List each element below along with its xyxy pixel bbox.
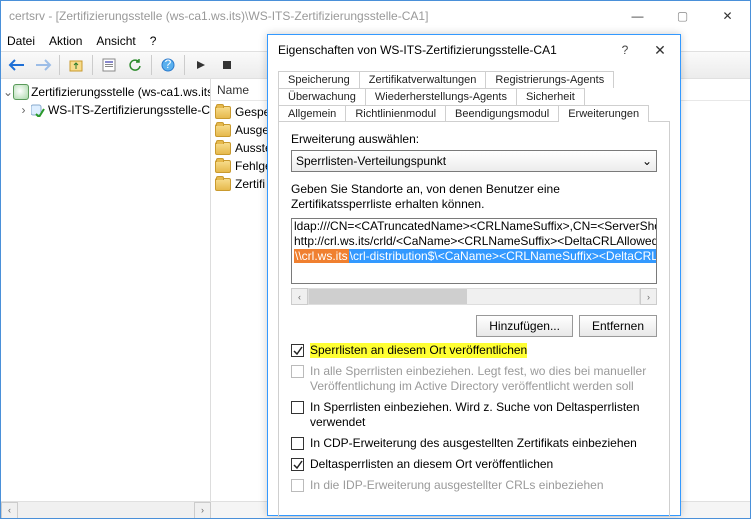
column-name: Name (217, 83, 249, 97)
properties-button[interactable] (97, 54, 121, 76)
tab-storage[interactable]: Speicherung (278, 71, 360, 88)
menu-file[interactable]: Datei (7, 34, 35, 48)
folder-icon (215, 142, 231, 155)
checkbox-label: In die IDP-Erweiterung ausgestellter CRL… (310, 478, 604, 493)
folder-icon (215, 160, 231, 173)
folder-icon (215, 106, 231, 119)
main-window: certsrv - [Zertifizierungsstelle (ws-ca1… (0, 0, 751, 519)
listbox-hscroll[interactable]: ‹› (291, 288, 657, 305)
stop-button[interactable] (215, 54, 239, 76)
tree-ca-label: WS-ITS-Zertifizierungsstelle-C (48, 103, 210, 117)
tab-security[interactable]: Sicherheit (517, 88, 585, 105)
listbox-entry[interactable]: ldap:///CN=<CATruncatedName><CRLNameSuff… (292, 219, 656, 234)
extension-label: Erweiterung auswählen: (291, 132, 657, 146)
extensions-panel: Erweiterung auswählen: Sperrlisten-Verte… (278, 121, 670, 517)
checkbox-label: Sperrlisten an diesem Ort veröffentliche… (310, 343, 527, 358)
listbox-entry-selected[interactable]: \\crl.ws.its\crl-distribution$\<CaName><… (292, 249, 656, 264)
chevron-down-icon: ⌄ (642, 154, 652, 168)
close-button[interactable]: ✕ (705, 1, 750, 31)
checkbox-publish-delta[interactable]: Deltasperrlisten an diesem Ort veröffent… (291, 457, 657, 472)
folder-icon (215, 124, 231, 137)
tree-scrollbar[interactable]: ‹› (1, 502, 211, 518)
menu-action[interactable]: Aktion (49, 34, 82, 48)
add-button[interactable]: Hinzufügen... (476, 315, 573, 337)
checkbox-label: Deltasperrlisten an diesem Ort veröffent… (310, 457, 553, 472)
remove-button[interactable]: Entfernen (579, 315, 657, 337)
locations-listbox[interactable]: ldap:///CN=<CATruncatedName><CRLNameSuff… (291, 218, 657, 284)
ca-ok-icon (30, 102, 46, 118)
tree-root[interactable]: ⌄ Zertifizierungsstelle (ws-ca1.ws.its (1, 83, 210, 101)
dialog-title: Eigenschaften von WS-ITS-Zertifizierungs… (278, 43, 610, 57)
tab-cert-managers[interactable]: Zertifikatverwaltungen (360, 71, 487, 88)
extension-select[interactable]: Sperrlisten-Verteilungspunkt ⌄ (291, 150, 657, 172)
window-title: certsrv - [Zertifizierungsstelle (ws-ca1… (9, 9, 615, 23)
checkbox-label: In CDP-Erweiterung des ausgestellten Zer… (310, 436, 637, 451)
forward-button[interactable] (31, 54, 55, 76)
tree-pane: ⌄ Zertifizierungsstelle (ws-ca1.ws.its ›… (1, 79, 211, 501)
checkbox-include-cdp[interactable]: In CDP-Erweiterung des ausgestellten Zer… (291, 436, 657, 451)
dialog-help-button[interactable]: ? (610, 43, 640, 57)
svg-text:?: ? (165, 58, 172, 71)
checkbox-label: In alle Sperrlisten einbeziehen. Legt fe… (310, 364, 657, 394)
tab-policy-module[interactable]: Richtlinienmodul (346, 105, 446, 122)
dialog-close-button[interactable]: ✕ (640, 42, 680, 59)
description-text: Geben Sie Standorte an, von denen Benutz… (291, 182, 657, 212)
checkbox-include-idp: In die IDP-Erweiterung ausgestellter CRL… (291, 478, 657, 493)
titlebar: certsrv - [Zertifizierungsstelle (ws-ca1… (1, 1, 750, 31)
menu-help[interactable]: ? (150, 34, 157, 48)
checkbox-icon (291, 344, 304, 357)
checkbox-include-all: In alle Sperrlisten einbeziehen. Legt fe… (291, 364, 657, 394)
tab-exit-module[interactable]: Beendigungsmodul (446, 105, 559, 122)
minimize-button[interactable]: — (615, 1, 660, 31)
tab-auditing[interactable]: Überwachung (278, 88, 366, 105)
up-button[interactable] (64, 54, 88, 76)
back-button[interactable] (5, 54, 29, 76)
maximize-button[interactable]: ▢ (660, 1, 705, 31)
checkbox-icon (291, 437, 304, 450)
checkbox-label: In Sperrlisten einbeziehen. Wird z. Such… (310, 400, 657, 430)
extension-select-value: Sperrlisten-Verteilungspunkt (296, 154, 446, 168)
play-button[interactable] (189, 54, 213, 76)
refresh-button[interactable] (123, 54, 147, 76)
checkbox-icon (291, 479, 304, 492)
checkbox-publish-crl[interactable]: Sperrlisten an diesem Ort veröffentliche… (291, 343, 657, 358)
folder-icon (215, 178, 231, 191)
tab-extensions[interactable]: Erweiterungen (559, 105, 649, 122)
tree-root-label: Zertifizierungsstelle (ws-ca1.ws.its (31, 85, 211, 99)
checkbox-icon (291, 458, 304, 471)
menu-view[interactable]: Ansicht (96, 34, 135, 48)
checkbox-include-crl[interactable]: In Sperrlisten einbeziehen. Wird z. Such… (291, 400, 657, 430)
tab-recovery-agents[interactable]: Wiederherstellungs-Agents (366, 88, 517, 105)
help-button[interactable]: ? (156, 54, 180, 76)
properties-dialog: Eigenschaften von WS-ITS-Zertifizierungs… (267, 34, 681, 516)
tree-ca-node[interactable]: › WS-ITS-Zertifizierungsstelle-C (1, 101, 210, 119)
listbox-entry[interactable]: http://crl.ws.its/crld/<CaName><CRLNameS… (292, 234, 656, 249)
checkbox-icon (291, 401, 304, 414)
tab-general[interactable]: Allgemein (278, 105, 346, 122)
tab-enrollment-agents[interactable]: Registrierungs-Agents (486, 71, 614, 88)
checkbox-icon (291, 365, 304, 378)
